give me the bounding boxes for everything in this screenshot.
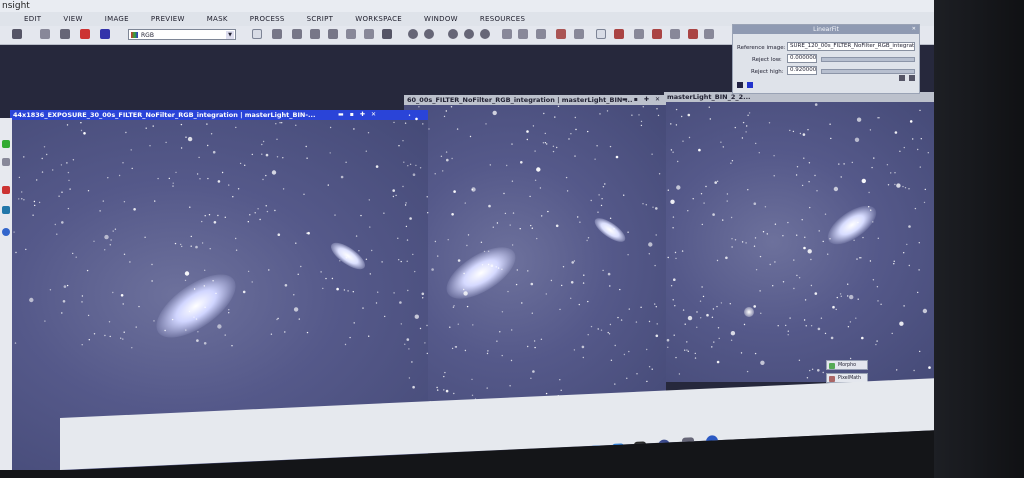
info-icon[interactable]: [909, 75, 915, 81]
rgb-swatch-icon: [131, 32, 138, 38]
display-red-icon[interactable]: [688, 29, 698, 39]
notification-icon[interactable]: [900, 433, 908, 442]
bright-star: [744, 307, 754, 317]
app-title: nsight: [2, 1, 30, 11]
process-icon-label: PixelMath: [838, 376, 862, 381]
copy-icon[interactable]: [40, 29, 50, 39]
process-icon-morpho[interactable]: Morpho: [826, 360, 868, 370]
reject-high-label: Reject high:: [751, 69, 784, 75]
app-title-bar: nsight: [0, 0, 940, 12]
page-alt-icon[interactable]: [364, 29, 374, 39]
menu-preview[interactable]: PREVIEW: [151, 15, 185, 23]
display-alt-icon[interactable]: [704, 29, 714, 39]
preview-new-icon[interactable]: [518, 29, 528, 39]
zoom-optimal-icon[interactable]: [480, 29, 490, 39]
image-window-2[interactable]: 60_00s_FILTER_NoFilter_RGB_integration |…: [404, 95, 666, 417]
monitor-bezel: [934, 0, 1024, 478]
reject-high-field[interactable]: 0.920000: [787, 66, 817, 75]
menu-window[interactable]: WINDOW: [424, 15, 458, 23]
menu-mask[interactable]: MASK: [207, 15, 228, 23]
view-explorer-icon[interactable]: [2, 206, 10, 214]
menu-resources[interactable]: RESOURCES: [480, 15, 525, 23]
image-window-2-title-text: 60_00s_FILTER_NoFilter_RGB_integration |…: [407, 96, 633, 104]
apply-icon[interactable]: [747, 82, 753, 88]
process-explorer-icon[interactable]: [2, 140, 10, 148]
process-icon-label: Morpho: [838, 363, 857, 368]
clock-date: 03/06/2023: [864, 440, 896, 448]
menu-workspace[interactable]: WORKSPACE: [355, 15, 402, 23]
image-window-3[interactable]: masterLight_BIN_2_2...: [664, 92, 936, 382]
network-icon[interactable]: ⌁: [826, 441, 829, 447]
region-indicator: UK: [802, 449, 810, 457]
explorer-sidebar: [0, 118, 12, 470]
format-explorer-icon[interactable]: [2, 158, 10, 166]
image-window-1-title[interactable]: 44x1836_EXPOSURE_30_00s_FILTER_NoFilter_…: [10, 110, 428, 120]
mask-show-icon[interactable]: [574, 29, 584, 39]
reject-low-field[interactable]: 0.000000: [787, 54, 817, 63]
app-icon[interactable]: [682, 437, 694, 450]
menu-view[interactable]: VIEW: [63, 15, 82, 23]
new-instance-icon[interactable]: [737, 82, 743, 88]
linearfit-panel: LinearFit ✕ Reference image: SURE_120_00…: [732, 24, 920, 94]
window-controls[interactable]: ▬ ▪ ✚ ✕: [622, 95, 662, 105]
cursor-mode-icon[interactable]: [382, 29, 392, 39]
image-window-1-title-text: 44x1836_EXPOSURE_30_00s_FILTER_NoFilter_…: [13, 111, 316, 119]
reject-low-slider[interactable]: [821, 57, 915, 62]
reject-high-slider[interactable]: [821, 69, 915, 74]
screen-red-icon[interactable]: [614, 29, 624, 39]
monitor-screen: nsight EDIT VIEW IMAGE PREVIEW MASK PROC…: [0, 0, 940, 470]
volume-icon[interactable]: ◖: [840, 440, 843, 446]
stf-blue-icon[interactable]: [100, 29, 110, 39]
pixinsight-icon[interactable]: [706, 435, 718, 448]
monitor-icon[interactable]: [634, 29, 644, 39]
zoom-fit-icon[interactable]: [292, 29, 302, 39]
channel-select-value: RGB: [141, 32, 154, 39]
display-icon[interactable]: [670, 29, 680, 39]
zoom-1-icon[interactable]: [448, 29, 458, 39]
image-window-2-canvas[interactable]: [404, 105, 666, 417]
preview-icon[interactable]: [502, 29, 512, 39]
linearfit-title: LinearFit: [733, 25, 919, 34]
page-icon[interactable]: [346, 29, 356, 39]
menu-image[interactable]: IMAGE: [105, 15, 129, 23]
task-view-icon[interactable]: [612, 443, 624, 456]
resize-icon[interactable]: [310, 29, 320, 39]
morpho-icon: [829, 363, 835, 369]
expand-icon[interactable]: [328, 29, 338, 39]
image-window-2-title[interactable]: 60_00s_FILTER_NoFilter_RGB_integration |…: [404, 95, 666, 105]
panel-close-icon[interactable]: ✕: [912, 25, 916, 34]
clone-icon[interactable]: [60, 29, 70, 39]
channel-select[interactable]: RGB ▼: [128, 29, 236, 40]
stf-red-icon[interactable]: [80, 29, 90, 39]
menu-process[interactable]: PROCESS: [250, 15, 285, 23]
reference-image-field[interactable]: SURE_120_00s_FILTER_NoFilter_RGB_integra…: [787, 42, 915, 51]
zoom-out-icon[interactable]: [424, 29, 434, 39]
history-icon[interactable]: [2, 186, 10, 194]
chevron-down-icon[interactable]: ▼: [226, 31, 234, 39]
screen-icon[interactable]: [596, 29, 606, 39]
asi-studio-icon[interactable]: [658, 439, 670, 452]
clock-time[interactable]: 19:45: [870, 432, 886, 439]
monitor-red-icon[interactable]: [652, 29, 662, 39]
pixelmath-icon: [829, 376, 835, 382]
zoom-in-icon[interactable]: [408, 29, 418, 39]
preview-delete-icon[interactable]: [536, 29, 546, 39]
zoom-fit-view-icon[interactable]: [464, 29, 474, 39]
language-indicator[interactable]: ENG: [800, 442, 812, 449]
mask-icon[interactable]: [556, 29, 566, 39]
window-controls[interactable]: ▬ ▪ ✚ ✕: [338, 110, 378, 120]
reject-low-label: Reject low:: [752, 57, 782, 63]
move-icon[interactable]: [272, 29, 282, 39]
reference-image-label: Reference image:: [737, 45, 786, 51]
start-icon[interactable]: [590, 445, 602, 458]
image-window-3-title-text: masterLight_BIN_2_2...: [667, 93, 751, 101]
image-window-3-canvas[interactable]: [664, 102, 936, 382]
pan-mode-icon[interactable]: [252, 29, 262, 39]
menu-script[interactable]: SCRIPT: [307, 15, 334, 23]
menu-edit[interactable]: EDIT: [24, 15, 41, 23]
redo-icon[interactable]: [12, 29, 22, 39]
reset-icon[interactable]: [899, 75, 905, 81]
object-explorer-icon[interactable]: [2, 228, 10, 236]
explorer-icon[interactable]: [634, 441, 646, 454]
